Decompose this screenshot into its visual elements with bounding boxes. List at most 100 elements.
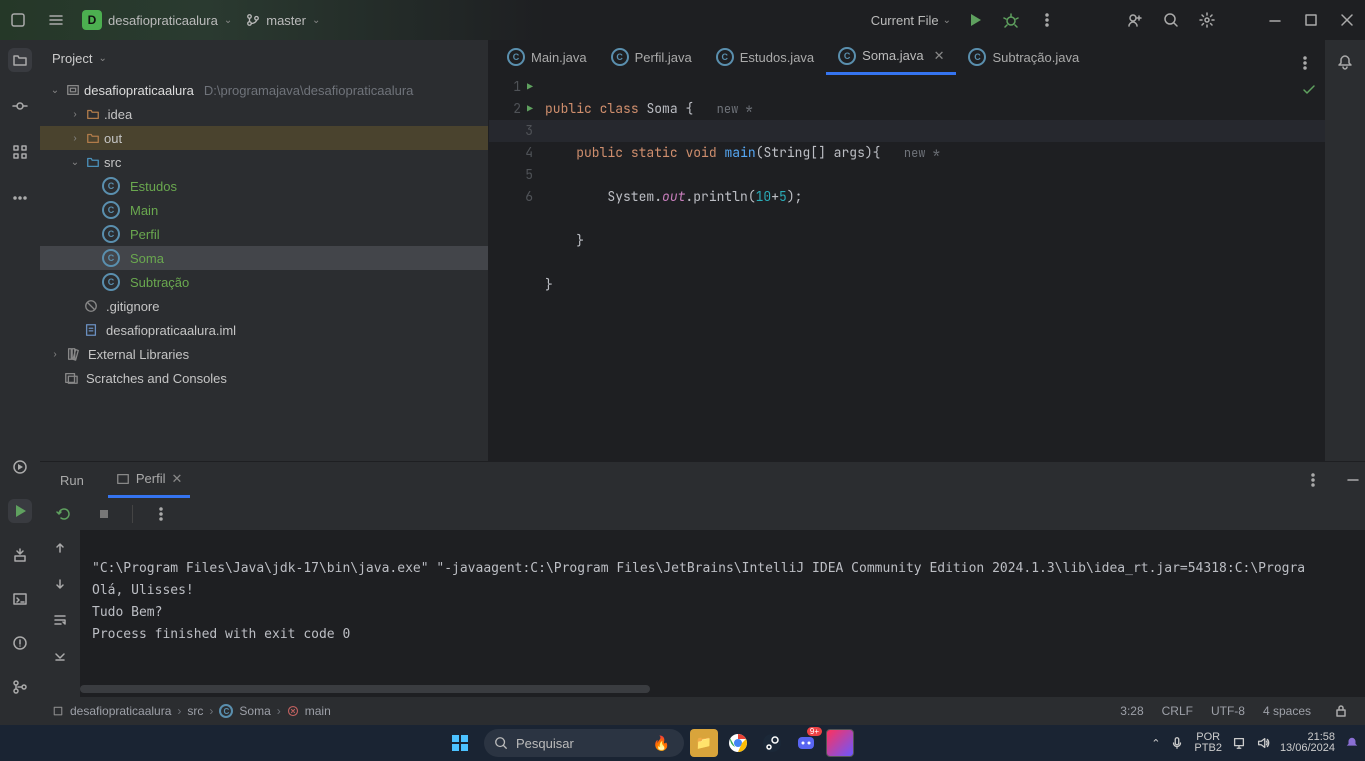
search-everywhere-button[interactable] xyxy=(1159,8,1183,32)
run-button[interactable] xyxy=(963,8,987,32)
console-output[interactable]: "C:\Program Files\Java\jdk-17\bin\java.e… xyxy=(80,530,1365,697)
tree-label: Perfil xyxy=(130,227,160,242)
search-placeholder: Pesquisar xyxy=(516,736,574,751)
start-button[interactable] xyxy=(442,729,478,757)
intellij-taskbar-icon[interactable] xyxy=(826,729,854,757)
tab-estudos[interactable]: CEstudos.java xyxy=(704,39,826,75)
git-tool-button[interactable] xyxy=(8,675,32,699)
editor-area: CMain.java CPerfil.java CEstudos.java CS… xyxy=(489,40,1325,461)
git-branch-selector[interactable]: master ⌄ xyxy=(246,13,320,28)
breadcrumb[interactable]: desafiopraticaalura › src › C Soma › mai… xyxy=(52,704,331,718)
run-tool-button[interactable] xyxy=(8,499,32,523)
tab-main[interactable]: CMain.java xyxy=(495,39,599,75)
run-gutter-icon[interactable]: ▶ xyxy=(527,76,533,98)
tree-folder-src[interactable]: ⌄ src xyxy=(40,150,488,174)
rerun-button[interactable] xyxy=(52,502,76,526)
horizontal-scrollbar[interactable] xyxy=(80,685,650,693)
scroll-to-end-button[interactable] xyxy=(48,644,72,668)
language-indicator[interactable]: POR PTB2 xyxy=(1194,732,1222,754)
run-config-selector[interactable]: Current File ⌄ xyxy=(871,13,951,28)
steam-icon[interactable] xyxy=(758,729,786,757)
indent-setting[interactable]: 4 spaces xyxy=(1263,704,1311,718)
code-editor[interactable]: 1▶ 2▶ 3 4 5 6 public class Soma { new * … xyxy=(489,76,1325,461)
run-config-tab[interactable]: Perfil ✕ xyxy=(108,462,191,498)
tab-label: Main.java xyxy=(531,50,587,65)
crumb-item[interactable]: desafiopraticaalura xyxy=(70,704,171,718)
panel-options-button[interactable] xyxy=(1301,468,1325,492)
close-tab-icon[interactable]: ✕ xyxy=(171,471,182,487)
taskbar-search[interactable]: Pesquisar 🔥 xyxy=(484,729,684,757)
stop-button[interactable] xyxy=(92,502,116,526)
tree-file-subtracao[interactable]: CSubtração xyxy=(40,270,488,294)
services-tool-button[interactable] xyxy=(8,455,32,479)
chrome-icon[interactable] xyxy=(724,729,752,757)
console-options-button[interactable] xyxy=(149,502,173,526)
inspection-ok-icon[interactable] xyxy=(1301,82,1317,105)
crumb-item[interactable]: main xyxy=(305,704,331,718)
scroll-down-button[interactable] xyxy=(48,572,72,596)
tray-expand-icon[interactable]: ⌃ xyxy=(1151,737,1160,750)
tree-file-perfil[interactable]: CPerfil xyxy=(40,222,488,246)
tree-file-main[interactable]: CMain xyxy=(40,198,488,222)
mic-icon[interactable] xyxy=(1170,736,1184,750)
editor-tabs: CMain.java CPerfil.java CEstudos.java CS… xyxy=(489,40,1325,76)
volume-icon[interactable] xyxy=(1256,736,1270,750)
minimize-button[interactable] xyxy=(1263,8,1287,32)
file-encoding[interactable]: UTF-8 xyxy=(1211,704,1245,718)
cursor-position[interactable]: 3:28 xyxy=(1120,704,1143,718)
tab-subtracao[interactable]: CSubtração.java xyxy=(956,39,1091,75)
line-separator[interactable]: CRLF xyxy=(1162,704,1193,718)
crumb-item[interactable]: Soma xyxy=(239,704,270,718)
discord-icon[interactable]: 9+ xyxy=(792,729,820,757)
close-tab-icon[interactable]: ✕ xyxy=(934,48,945,64)
tree-external-libs[interactable]: ›External Libraries xyxy=(40,342,488,366)
project-tool-button[interactable] xyxy=(8,48,32,72)
settings-button[interactable] xyxy=(1195,8,1219,32)
notifications-button[interactable] xyxy=(1333,50,1357,74)
run-tab[interactable]: Run xyxy=(52,462,92,498)
soft-wrap-button[interactable] xyxy=(48,608,72,632)
chevron-down-icon[interactable]: ⌄ xyxy=(98,53,106,64)
debug-button[interactable] xyxy=(999,8,1023,32)
maximize-button[interactable] xyxy=(1299,8,1323,32)
tree-root[interactable]: ⌄ desafiopraticaalura D:\programajava\de… xyxy=(40,78,488,102)
project-selector[interactable]: D desafiopraticaalura ⌄ xyxy=(82,10,232,30)
line-number: 4 xyxy=(525,142,533,164)
tab-options-button[interactable] xyxy=(1293,51,1317,75)
tab-label: Estudos.java xyxy=(740,50,814,65)
code-with-me-button[interactable] xyxy=(1123,8,1147,32)
tab-soma[interactable]: CSoma.java✕ xyxy=(826,39,956,75)
run-gutter-icon[interactable]: ▶ xyxy=(527,98,533,120)
main-menu-button[interactable] xyxy=(44,8,68,32)
tree-file-soma[interactable]: CSoma xyxy=(40,246,488,270)
more-actions-button[interactable] xyxy=(1035,8,1059,32)
line-number: 3 xyxy=(525,120,533,142)
tree-label: .idea xyxy=(104,107,132,122)
tree-scratches[interactable]: Scratches and Consoles xyxy=(40,366,488,390)
tree-file-iml[interactable]: desafiopraticaalura.iml xyxy=(40,318,488,342)
commit-tool-button[interactable] xyxy=(8,94,32,118)
project-tree[interactable]: ⌄ desafiopraticaalura D:\programajava\de… xyxy=(40,76,488,461)
more-tools-button[interactable] xyxy=(8,186,32,210)
hide-panel-button[interactable] xyxy=(1341,468,1365,492)
tab-perfil[interactable]: CPerfil.java xyxy=(599,39,704,75)
problems-tool-button[interactable] xyxy=(8,631,32,655)
lock-icon[interactable] xyxy=(1329,699,1353,723)
notifications-icon[interactable] xyxy=(1345,736,1359,750)
clock[interactable]: 21:58 13/06/2024 xyxy=(1280,732,1335,754)
tree-file-gitignore[interactable]: .gitignore xyxy=(40,294,488,318)
structure-tool-button[interactable] xyxy=(8,140,32,164)
terminal-tool-button[interactable] xyxy=(8,587,32,611)
crumb-item[interactable]: src xyxy=(187,704,203,718)
gutter: 1▶ 2▶ 3 4 5 6 xyxy=(489,76,545,461)
chevron-down-icon: ⌄ xyxy=(224,15,232,26)
tree-file-estudos[interactable]: CEstudos xyxy=(40,174,488,198)
tree-folder-idea[interactable]: › .idea xyxy=(40,102,488,126)
intellij-logo-icon xyxy=(6,8,30,32)
tree-folder-out[interactable]: › out xyxy=(40,126,488,150)
network-icon[interactable] xyxy=(1232,736,1246,750)
build-tool-button[interactable] xyxy=(8,543,32,567)
scroll-up-button[interactable] xyxy=(48,536,72,560)
explorer-icon[interactable]: 📁 xyxy=(690,729,718,757)
close-button[interactable] xyxy=(1335,8,1359,32)
